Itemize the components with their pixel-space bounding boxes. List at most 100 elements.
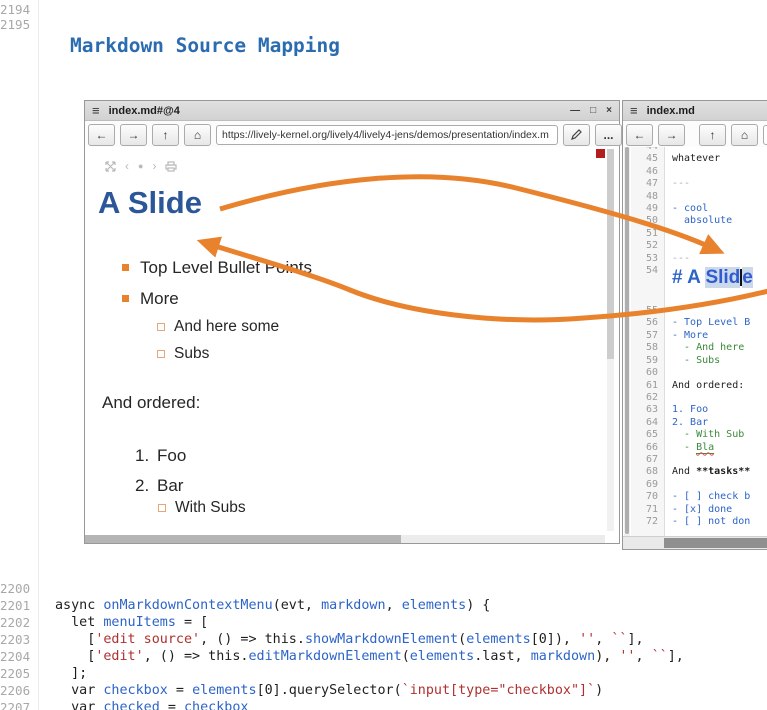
edit-button[interactable] (563, 124, 590, 146)
slide-ordered-item: 1.Foo (135, 441, 186, 471)
url-input[interactable]: https://lively-kernel.org/lively4/lively… (216, 125, 558, 145)
code-token: checkbox (103, 683, 168, 698)
code-token: `` (611, 632, 627, 647)
back-button[interactable]: ← (626, 124, 653, 146)
document-line-number: 2206 (0, 682, 30, 699)
more-options-button[interactable]: ... (595, 124, 622, 146)
minimize-icon[interactable]: — (570, 105, 580, 116)
embedded-screenshot: ≡ index.md#@4 — □ × ← → ↑ ⌂ https://live… (84, 100, 767, 551)
next-slide-icon[interactable]: › (152, 160, 156, 172)
editor-line-number: 60 (631, 367, 663, 379)
code-line-text: async onMarkdownContextMenu(evt, markdow… (55, 597, 490, 614)
close-icon[interactable]: × (606, 105, 612, 116)
editor-horizontal-scrollbar[interactable] (623, 536, 767, 549)
editor-line: 53--- (631, 253, 767, 265)
window-titlebar[interactable]: ≡ index.md#@4 — □ × (85, 101, 619, 121)
square-bullet-icon (122, 295, 129, 302)
up-button[interactable]: ↑ (152, 124, 179, 146)
window-rendered-markdown: ≡ index.md#@4 — □ × ← → ↑ ⌂ https://live… (84, 100, 620, 544)
code-token: .last, (474, 649, 530, 664)
forward-button[interactable]: → (120, 124, 147, 146)
print-icon[interactable] (165, 161, 177, 172)
editor-line-number: 66 (631, 442, 663, 454)
editor-line: 58 - And here (631, 342, 767, 354)
hamburger-menu-icon[interactable]: ≡ (92, 104, 100, 117)
editor-line-text: - Top Level B (663, 317, 750, 329)
editor-line-number: 53 (631, 253, 663, 265)
back-button[interactable]: ← (88, 124, 115, 146)
editor-line-number: 62 (631, 392, 663, 404)
slide-sub-bullet-label: Subs (174, 345, 209, 363)
code-line: 2206 var checkbox = elements[0].querySel… (0, 682, 767, 699)
editor-line: 59 - Subs (631, 355, 767, 367)
up-button[interactable]: ↑ (699, 124, 726, 146)
code-token: [0].querySelector( (257, 683, 402, 698)
code-token: markdown (321, 598, 386, 613)
url-input[interactable]: https (763, 125, 767, 145)
code-line: 2207 var checked = checkbox (0, 699, 767, 710)
code-token: = (168, 683, 192, 698)
editor-line-text: # A Slide (663, 265, 753, 305)
code-line: 2202 let menuItems = [ (0, 614, 767, 631)
editor-line-number: 70 (631, 491, 663, 503)
editor-line: 642. Bar (631, 417, 767, 429)
editor-line: 52 (631, 240, 767, 252)
editor-line-text: - Bla (663, 442, 714, 454)
forward-button[interactable]: → (658, 124, 685, 146)
editor-line: 631. Foo (631, 404, 767, 416)
javascript-source-view[interactable]: 22002201async onMarkdownContextMenu(evt,… (0, 580, 767, 710)
source-editor[interactable]: 4445whatever4647---4849- cool50 absolute… (623, 147, 767, 536)
document-line-number: 2203 (0, 631, 30, 648)
code-token: , (595, 632, 611, 647)
vertical-scrollbar[interactable] (607, 149, 614, 531)
code-line: 2204 ['edit', () => this.editMarkdownEle… (0, 648, 767, 665)
slide-dot-icon[interactable]: ● (138, 162, 143, 171)
fullscreen-icon[interactable] (105, 161, 116, 172)
editor-line-text (663, 479, 672, 491)
editor-line-number: 54 (631, 265, 663, 305)
editor-line-text: --- (663, 253, 690, 265)
code-token: Slid (705, 267, 740, 288)
code-line-text: let menuItems = [ (55, 614, 208, 631)
code-token: elements (192, 683, 257, 698)
editor-vertical-scrollbar[interactable] (624, 147, 630, 536)
editor-line-number: 51 (631, 228, 663, 240)
hamburger-menu-icon[interactable]: ≡ (630, 104, 638, 117)
scrollbar-thumb[interactable] (85, 535, 401, 543)
document-line-number: 2205 (0, 665, 30, 682)
editor-line-text: - And here (663, 342, 744, 354)
editor-line: 57- More (631, 330, 767, 342)
scrollbar-thumb[interactable] (607, 149, 614, 359)
scrollbar-thumb[interactable] (625, 147, 629, 534)
editor-line: 72- [ ] not don (631, 516, 767, 528)
editor-line: 68And **tasks** (631, 466, 767, 478)
horizontal-scrollbar[interactable] (85, 535, 605, 543)
scrollbar-thumb[interactable] (664, 538, 767, 548)
editor-line-number: 46 (631, 166, 663, 178)
code-line: 2200 (0, 580, 767, 597)
window-titlebar[interactable]: ≡ index.md (623, 101, 767, 121)
maximize-icon[interactable]: □ (590, 105, 596, 116)
editor-line-number: 48 (631, 191, 663, 203)
window-title: index.md (647, 105, 695, 117)
ordered-number: 2. (135, 476, 157, 496)
editor-line: 56- Top Level B (631, 317, 767, 329)
prev-slide-icon[interactable]: ‹ (125, 160, 129, 172)
home-button[interactable]: ⌂ (184, 124, 211, 146)
window-title: index.md#@4 (109, 105, 180, 117)
home-icon: ⌂ (741, 128, 748, 142)
editor-line-text: - cool (663, 203, 708, 215)
code-token: elements (402, 598, 467, 613)
code-token: - (672, 442, 696, 453)
editor-line-text: - [ ] check b (663, 491, 750, 503)
mutation-indicator (596, 149, 605, 158)
code-token: showMarkdownElement (305, 632, 458, 647)
rendered-slide-area[interactable]: ‹ ● › A Slide Top Level Bullet PointsMor… (85, 147, 619, 543)
home-button[interactable]: ⌂ (731, 124, 758, 146)
forward-icon: → (666, 128, 678, 142)
slide-bullet-item: More (122, 283, 312, 314)
code-token: - Top Level B (672, 317, 750, 328)
browser-navbar: ← → ↑ ⌂ https://lively-kernel.org/lively… (85, 121, 619, 149)
editor-line-number: 58 (631, 342, 663, 354)
slide-bullet-label: Top Level Bullet Points (140, 258, 312, 278)
